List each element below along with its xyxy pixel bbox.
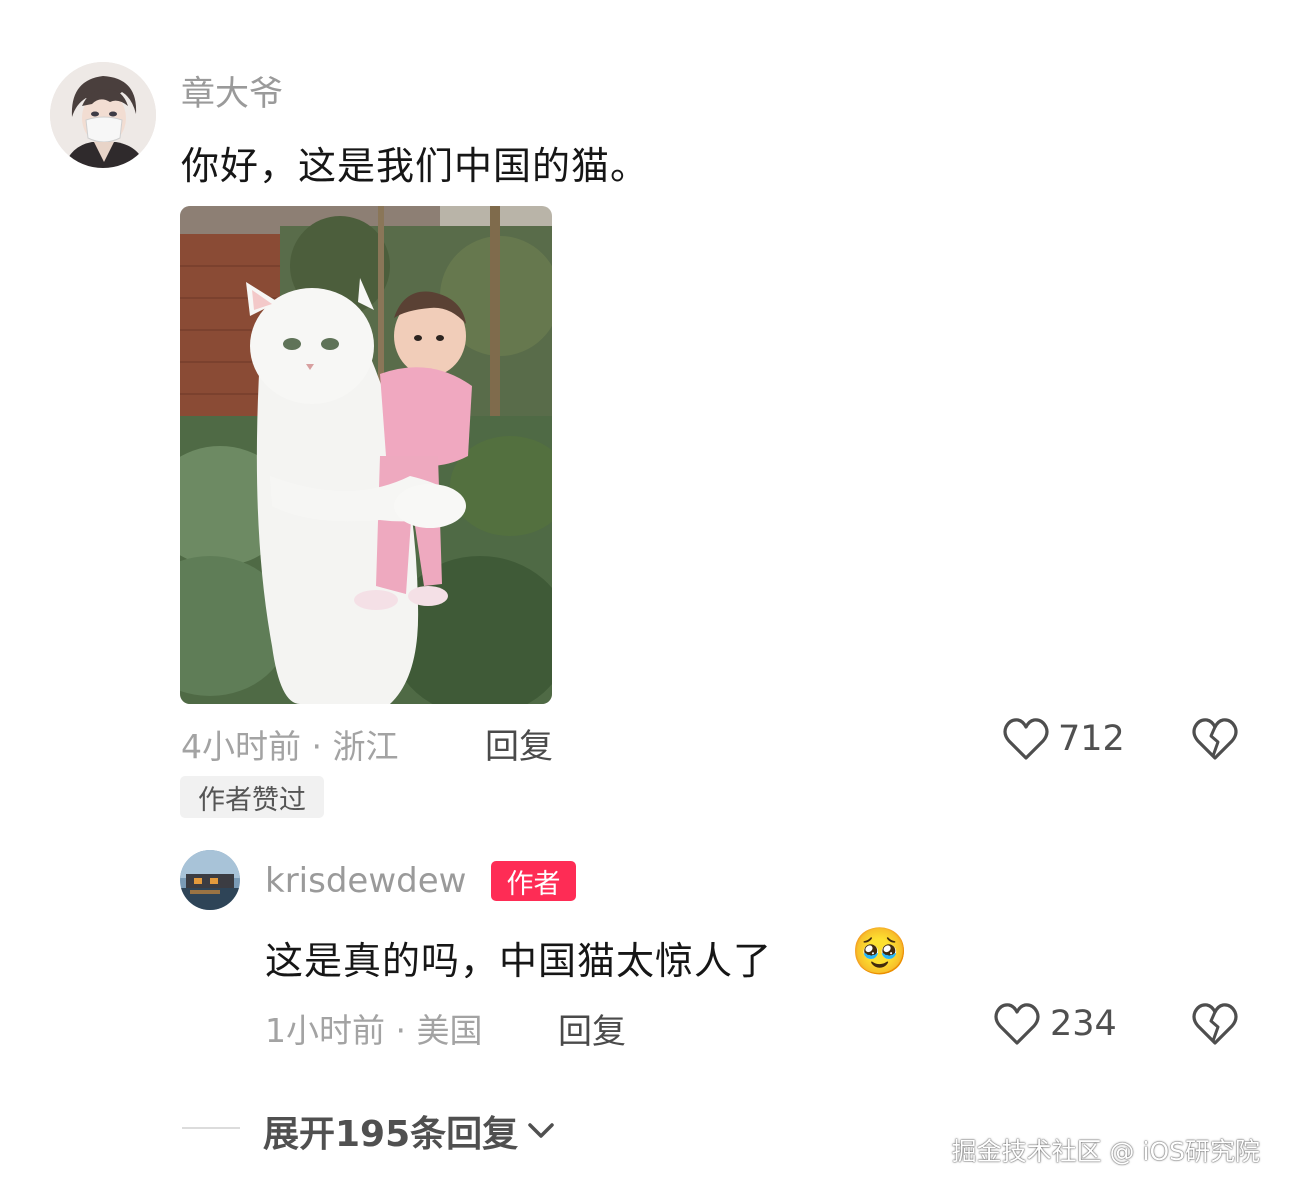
reply-text: 这是真的吗，中国猫太惊人了 (265, 939, 773, 983)
like-button[interactable] (1002, 716, 1050, 766)
commenter-username[interactable]: 章大爷 (181, 66, 283, 115)
watermark: 掘金技术社区 @ iOS研究院 (951, 1137, 1260, 1166)
replier-avatar[interactable] (180, 850, 240, 910)
broken-heart-icon (1192, 1003, 1238, 1045)
heart-outline-icon (1003, 718, 1049, 760)
like-count: 712 (1058, 719, 1125, 759)
replier-username[interactable]: krisdewdew (265, 861, 466, 901)
heart-outline-icon (994, 1003, 1040, 1045)
dislike-button[interactable] (1190, 716, 1240, 766)
expand-replies-button[interactable]: 展开195条回复 (263, 1105, 558, 1157)
commenter-avatar[interactable] (50, 62, 156, 168)
expand-divider (182, 1127, 240, 1129)
comment-text: 你好，这是我们中国的猫。 (181, 144, 650, 188)
reply-time-location: 1小时前 · 美国 (265, 1011, 483, 1050)
author-badge: 作者 (491, 861, 576, 901)
comment-photo[interactable] (180, 206, 552, 704)
expand-replies-label: 展开195条回复 (263, 1114, 519, 1155)
reply-reply-button[interactable]: 回复 (558, 1004, 626, 1053)
broken-heart-icon (1192, 718, 1238, 760)
reply-button[interactable]: 回复 (485, 719, 553, 768)
reply-dislike-button[interactable] (1190, 1001, 1240, 1051)
reply-like-button[interactable] (993, 1001, 1041, 1051)
chevron-down-icon (528, 1123, 554, 1138)
author-liked-badge: 作者赞过 (180, 776, 324, 818)
reply-like-count: 234 (1050, 1004, 1117, 1044)
pleading-face-icon: 🥹 (851, 924, 909, 978)
comment-time-location: 4小时前 · 浙江 (181, 727, 399, 766)
